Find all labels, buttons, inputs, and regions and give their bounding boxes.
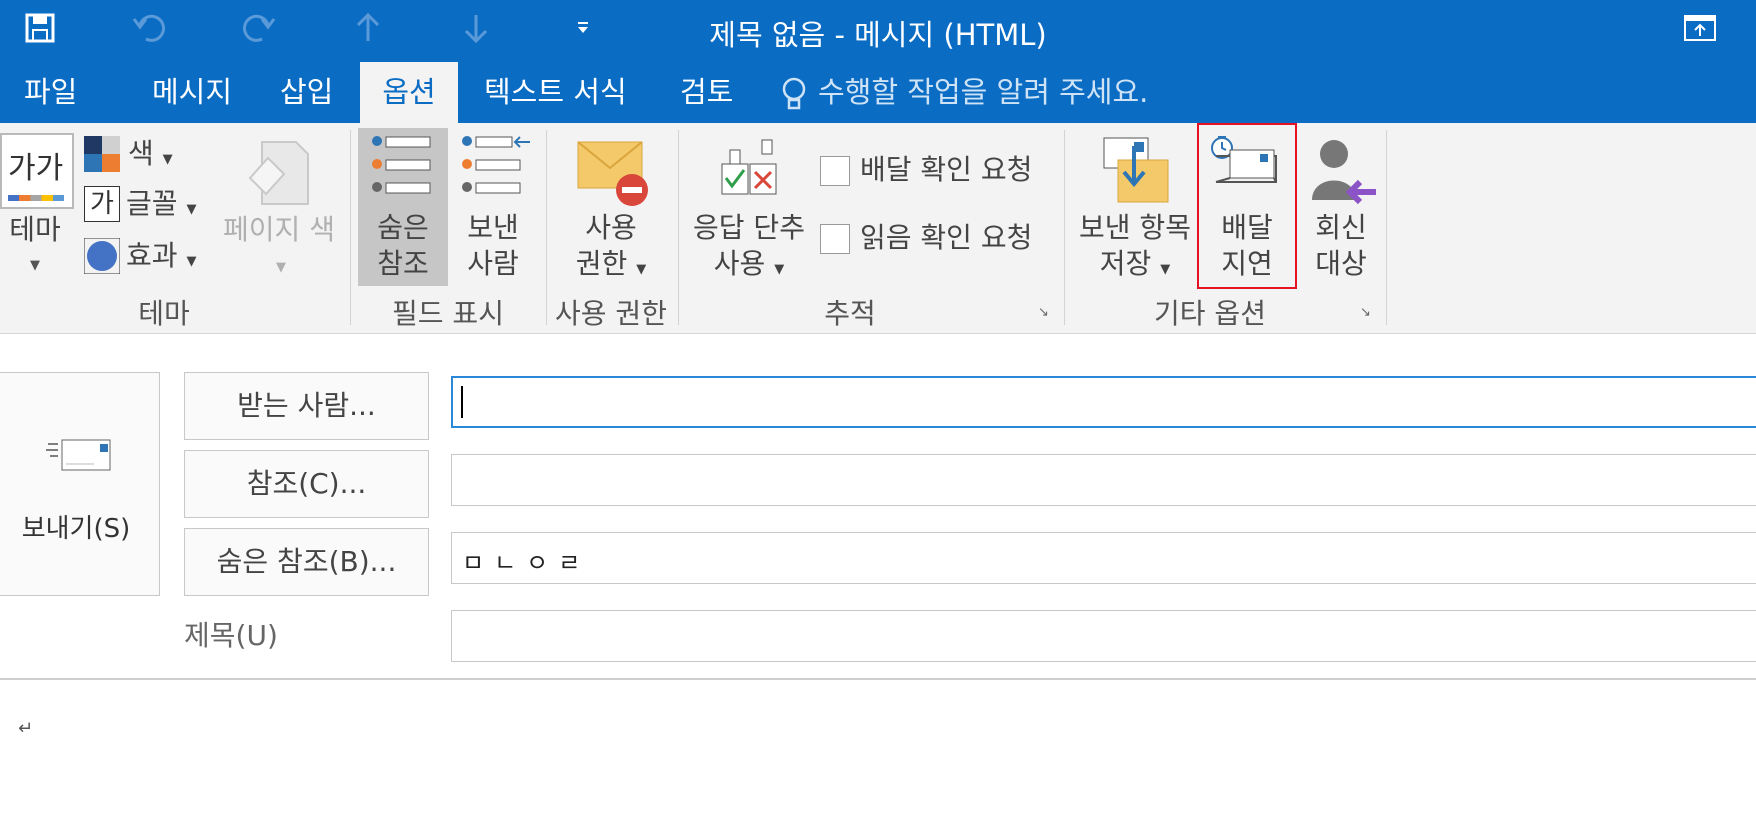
tab-insert[interactable]: 삽입: [270, 62, 343, 123]
bcc-label-line2: 참조: [377, 247, 429, 280]
tab-format-text[interactable]: 텍스트 서식: [474, 62, 637, 123]
more-options-group-label: 기타 옵션: [1154, 297, 1266, 330]
bcc-label-line1: 숨은: [377, 211, 429, 244]
save-sent-label-line2[interactable]: 저장 ▼: [1080, 246, 1190, 288]
group-separator: [1386, 130, 1387, 325]
bcc-input[interactable]: ㅁㄴㅇㄹ: [451, 532, 1756, 584]
to-input[interactable]: [451, 376, 1756, 428]
tab-message[interactable]: 메시지: [142, 62, 242, 123]
chevron-down-icon: ▼: [30, 258, 40, 273]
cc-button[interactable]: 참조(C)...: [184, 450, 429, 518]
subject-input[interactable]: [451, 610, 1756, 662]
delivery-receipt-checkbox[interactable]: [820, 156, 850, 186]
text-cursor: [461, 386, 463, 418]
send-button[interactable]: [0, 372, 160, 596]
message-body[interactable]: [0, 690, 1756, 827]
theme-preview-icon[interactable]: 가가: [0, 133, 74, 209]
cc-input[interactable]: [451, 454, 1756, 506]
bcc-value: ㅁㄴㅇㄹ: [462, 549, 591, 577]
tab-review[interactable]: 검토: [670, 62, 743, 123]
page-color-label: 페이지 색: [223, 213, 335, 246]
chevron-down-icon: ▼: [276, 260, 286, 275]
delay-delivery-label-line1: 배달: [1221, 211, 1273, 244]
save-sent-item-icon[interactable]: [1100, 136, 1172, 206]
from-label-line2[interactable]: 사람: [448, 246, 538, 282]
voting-label-line2[interactable]: 사용 ▼: [694, 246, 804, 288]
direct-replies-label-line1[interactable]: 회신: [1296, 210, 1386, 246]
bcc-field-button[interactable]: 숨은 참조(B)...: [184, 528, 429, 596]
voting-buttons-icon[interactable]: [714, 138, 784, 200]
send-label: 보내기(S): [21, 514, 131, 544]
effects-label[interactable]: 효과 ▼: [126, 238, 196, 280]
bcc-fields-icon: [370, 134, 434, 202]
send-envelope-icon: [44, 436, 114, 476]
ribbon-display-options-icon[interactable]: [1680, 8, 1720, 48]
permission-label-line2[interactable]: 권한 ▼: [556, 246, 666, 288]
header-divider: [0, 678, 1756, 680]
tell-me-search[interactable]: 수행할 작업을 알려 주세요.: [818, 62, 1148, 123]
group-separator: [350, 130, 351, 325]
color-palette-icon[interactable]: [84, 136, 120, 172]
direct-replies-icon[interactable]: [1306, 134, 1378, 206]
from-fields-icon[interactable]: [460, 134, 532, 202]
subject-label: 제목(U): [184, 619, 278, 652]
read-receipt-checkbox[interactable]: [820, 224, 850, 254]
effects-icon[interactable]: [83, 237, 121, 275]
delay-delivery-icon: [1210, 132, 1282, 192]
lightbulb-icon: [774, 74, 814, 114]
direct-replies-label-line2[interactable]: 대상: [1296, 246, 1386, 282]
fonts-label[interactable]: 글꼴 ▼: [126, 186, 196, 228]
tracking-group-label: 추적: [824, 297, 876, 330]
fields-group-label: 필드 표시: [392, 297, 504, 330]
window-title: 제목 없음 - 메시지 (HTML): [709, 18, 1047, 52]
theme-button-label[interactable]: 테마: [0, 212, 70, 248]
dialog-launcher-icon[interactable]: ↘: [1360, 305, 1376, 321]
tab-options[interactable]: 옵션: [360, 62, 458, 123]
save-sent-label-line1[interactable]: 보낸 항목: [1070, 210, 1200, 246]
page-color-icon: [244, 138, 314, 208]
from-label-line1[interactable]: 보낸: [448, 210, 538, 246]
group-separator: [1064, 130, 1065, 325]
group-separator: [546, 130, 547, 325]
to-button[interactable]: 받는 사람...: [184, 372, 429, 440]
group-separator: [678, 130, 679, 325]
delivery-receipt-label[interactable]: 배달 확인 요청: [860, 152, 1032, 188]
colors-label[interactable]: 색 ▼: [128, 136, 173, 178]
theme-group-label: 테마: [138, 297, 190, 330]
read-receipt-label[interactable]: 읽음 확인 요청: [860, 220, 1032, 256]
permission-icon[interactable]: [576, 138, 652, 208]
permission-group-label: 사용 권한: [555, 297, 667, 330]
font-icon[interactable]: 가: [84, 186, 120, 222]
permission-label-line1[interactable]: 사용: [566, 210, 656, 246]
delay-delivery-label-line2: 지연: [1221, 247, 1273, 280]
tab-file[interactable]: 파일: [14, 62, 87, 123]
voting-label-line1[interactable]: 응답 단추: [684, 210, 814, 246]
dialog-launcher-icon[interactable]: ↘: [1038, 305, 1054, 321]
